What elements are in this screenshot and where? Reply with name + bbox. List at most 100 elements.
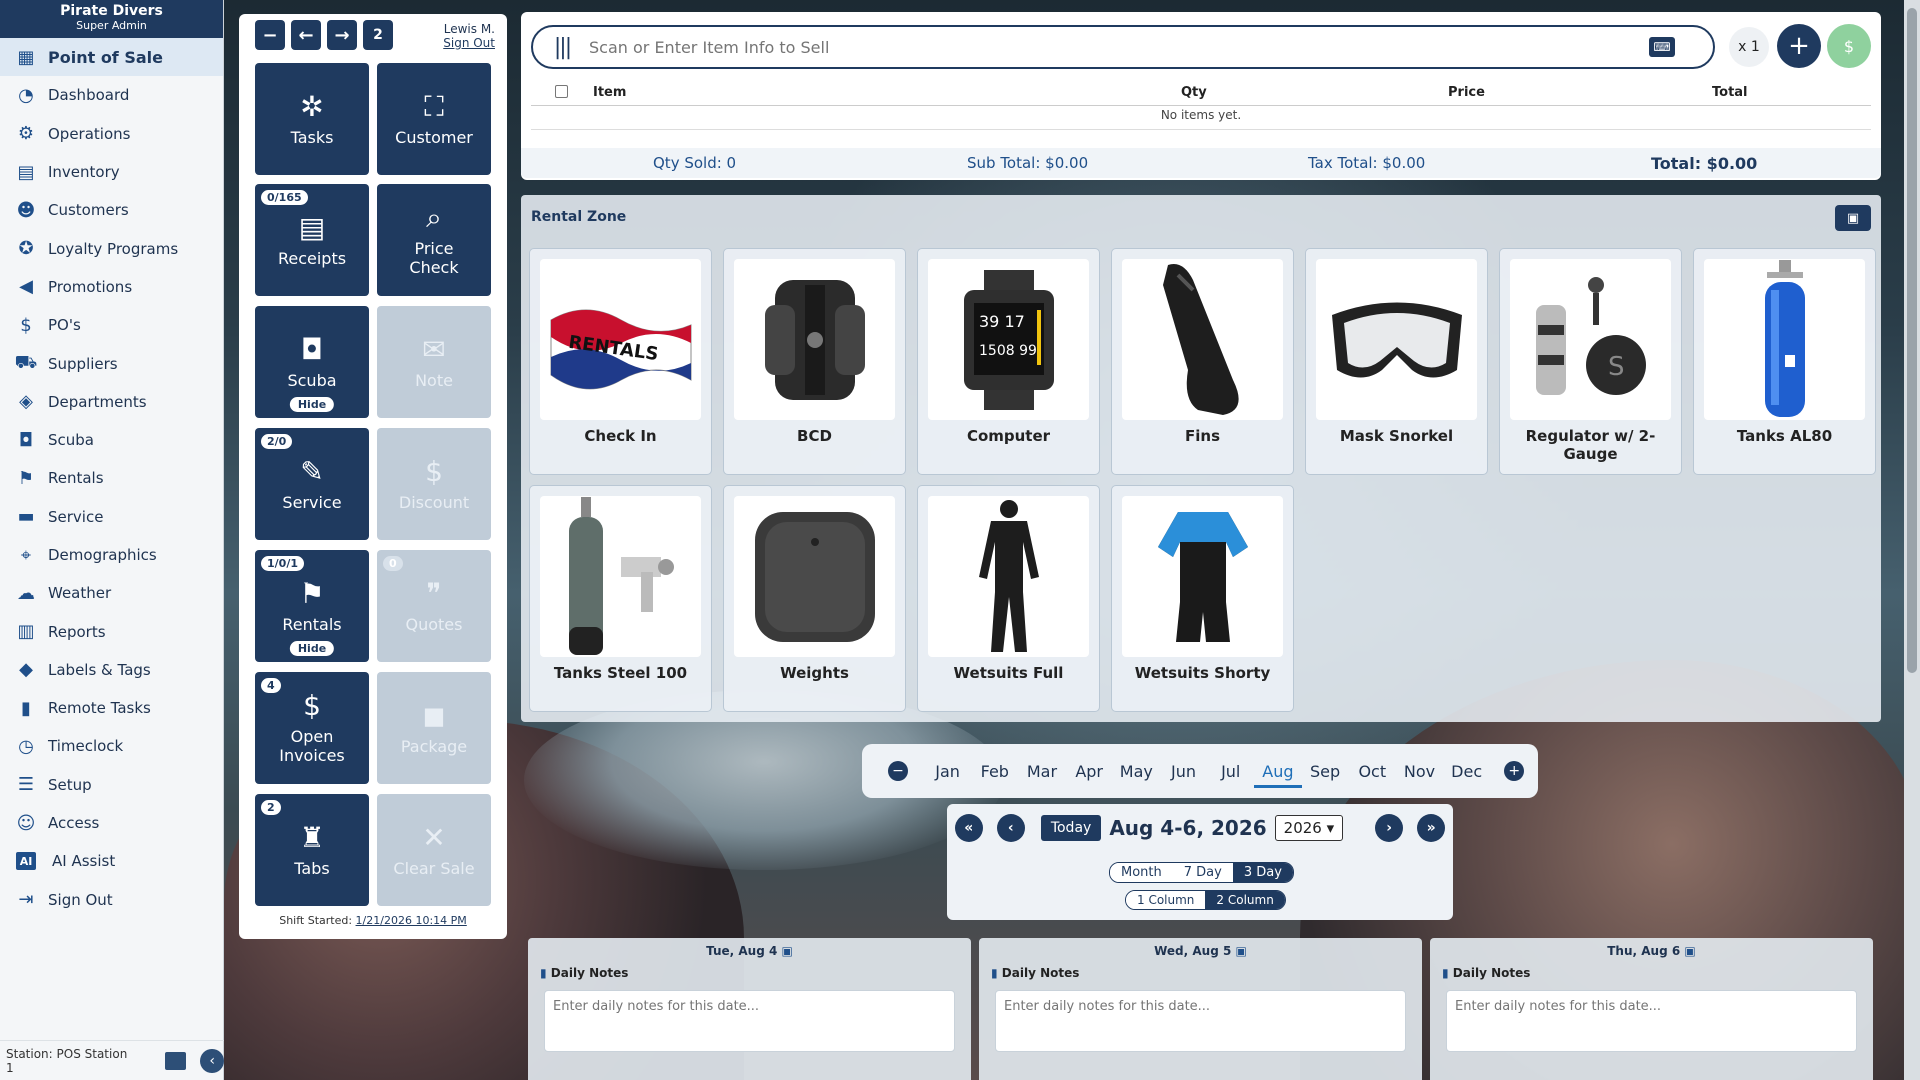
scuba-hide-button[interactable]: Hide <box>289 397 335 412</box>
sidebar-item-demographics[interactable]: ⌖ Demographics <box>0 536 223 574</box>
keyboard-icon[interactable]: ⌨ <box>1649 37 1675 57</box>
pay-button[interactable]: $ <box>1827 24 1871 68</box>
calendar-icon[interactable]: ▣ <box>1236 944 1247 958</box>
clear-sale-button[interactable]: ✕ Clear Sale <box>377 794 491 906</box>
sidebar-item-pos[interactable]: $ PO's <box>0 306 223 344</box>
sidebar-item-sign-out[interactable]: ⇥ Sign Out <box>0 881 223 919</box>
month-oct[interactable]: Oct <box>1349 762 1396 781</box>
columns-1[interactable]: 1 Column <box>1126 891 1206 909</box>
sidebar-item-labels-tags[interactable]: ◆ Labels & Tags <box>0 651 223 689</box>
select-all-checkbox[interactable] <box>555 85 568 98</box>
open-invoices-button[interactable]: 4 $ Open Invoices <box>255 672 369 784</box>
sidebar-item-remote-tasks[interactable]: ▮ Remote Tasks <box>0 689 223 727</box>
customer-button[interactable]: ⛶ Customer <box>377 63 491 175</box>
scrollbar-thumb[interactable] <box>1907 8 1917 673</box>
sidebar-item-reports[interactable]: ▥ Reports <box>0 612 223 650</box>
arrow-left-icon[interactable]: ← <box>291 20 321 50</box>
package-button[interactable]: ◼ Package <box>377 672 491 784</box>
month-sep[interactable]: Sep <box>1302 762 1349 781</box>
chevron-right-icon[interactable]: › <box>1375 814 1404 842</box>
background-image-icon[interactable] <box>164 1051 187 1070</box>
month-apr[interactable]: Apr <box>1066 762 1113 781</box>
month-jun[interactable]: Jun <box>1160 762 1207 781</box>
rental-item-tanks-al80[interactable]: Tanks AL80 <box>1693 248 1876 475</box>
month-nov[interactable]: Nov <box>1396 762 1443 781</box>
rental-item-bcd[interactable]: BCD <box>723 248 906 475</box>
rental-item-computer[interactable]: 39 17 1508 99 Computer <box>917 248 1100 475</box>
month-aug[interactable]: Aug <box>1254 762 1302 788</box>
rental-item-weights[interactable]: Weights <box>723 485 906 712</box>
view-3-day[interactable]: 3 Day <box>1232 863 1293 882</box>
sidebar-item-ai-assist[interactable]: AI AI Assist <box>0 842 223 880</box>
rental-item-check-in[interactable]: RENTALS Check In <box>529 248 712 475</box>
sidebar-item-setup[interactable]: ☰ Setup <box>0 766 223 804</box>
sidebar-item-promotions[interactable]: ◀ Promotions <box>0 268 223 306</box>
next-year-icon[interactable]: + <box>1504 761 1525 781</box>
tabs-button[interactable]: 2 ♜ Tabs <box>255 794 369 906</box>
month-may[interactable]: May <box>1113 762 1160 781</box>
page-scrollbar[interactable] <box>1904 0 1920 1080</box>
sidebar-item-timeclock[interactable]: ◷ Timeclock <box>0 727 223 765</box>
sidebar-item-inventory[interactable]: ▤ Inventory <box>0 153 223 191</box>
arrow-right-icon[interactable]: → <box>327 20 357 50</box>
sidebar-item-suppliers[interactable]: ⛟ Suppliers <box>0 344 223 382</box>
rentals-button[interactable]: 1/0/1 ⚑ Rentals Hide <box>255 550 369 662</box>
sidebar-item-service[interactable]: ▬ Service <box>0 498 223 536</box>
quantity-multiplier[interactable]: x 1 <box>1729 27 1769 67</box>
sidebar-item-loyalty-programs[interactable]: ✪ Loyalty Programs <box>0 229 223 267</box>
regulator-image: S <box>1510 259 1671 420</box>
scuba-button[interactable]: ◘ Scuba Hide <box>255 306 369 418</box>
receipts-button[interactable]: 0/165 ▤ Receipts <box>255 184 369 296</box>
note-button[interactable]: ✉ Note <box>377 306 491 418</box>
discount-button[interactable]: $ Discount <box>377 428 491 540</box>
rental-item-wetsuits-shorty[interactable]: Wetsuits Shorty <box>1111 485 1294 712</box>
sidebar-item-access[interactable]: ☺ Access <box>0 804 223 842</box>
double-chevron-right-icon[interactable]: » <box>1417 814 1446 842</box>
rental-item-fins[interactable]: Fins <box>1111 248 1294 475</box>
month-jan[interactable]: Jan <box>924 762 971 781</box>
rentals-hide-button[interactable]: Hide <box>289 641 335 656</box>
sidebar-item-weather[interactable]: ☁ Weather <box>0 574 223 612</box>
month-mar[interactable]: Mar <box>1018 762 1065 781</box>
sidebar-item-customers[interactable]: ☻ Customers <box>0 191 223 229</box>
month-jul[interactable]: Jul <box>1207 762 1254 781</box>
barcode-icon[interactable]: ||| <box>545 32 579 62</box>
scan-input[interactable] <box>589 37 1649 57</box>
rental-item-wetsuits-full[interactable]: Wetsuits Full <box>917 485 1100 712</box>
previous-year-icon[interactable]: − <box>888 761 908 781</box>
rental-item-mask-snorkel[interactable]: Mask Snorkel <box>1305 248 1488 475</box>
today-button[interactable]: Today <box>1040 815 1102 841</box>
minus-icon[interactable]: − <box>255 20 285 50</box>
daily-notes-input[interactable] <box>995 990 1406 1052</box>
sidebar-item-scuba[interactable]: ◘ Scuba <box>0 421 223 459</box>
sidebar-item-dashboard[interactable]: ◔ Dashboard <box>0 76 223 114</box>
service-button[interactable]: 2/0 ✎ Service <box>255 428 369 540</box>
shift-time-link[interactable]: 1/21/2026 10:14 PM <box>356 914 467 927</box>
daily-notes-input[interactable] <box>544 990 955 1052</box>
view-7-day[interactable]: 7 Day <box>1172 863 1233 882</box>
double-chevron-left-icon[interactable]: « <box>954 814 983 842</box>
quotes-button[interactable]: 0 ❞ Quotes <box>377 550 491 662</box>
month-feb[interactable]: Feb <box>971 762 1018 781</box>
rental-item-regulator[interactable]: S Regulator w/ 2-Gauge <box>1499 248 1682 475</box>
view-month[interactable]: Month <box>1110 863 1173 882</box>
rental-item-tanks-steel-100[interactable]: Tanks Steel 100 <box>529 485 712 712</box>
year-select[interactable]: 2026 ▾ <box>1274 815 1344 841</box>
chevron-left-icon[interactable]: ‹ <box>996 814 1025 842</box>
image-toggle-icon[interactable]: ▣ <box>1835 205 1871 231</box>
sign-out-link[interactable]: Sign Out <box>443 36 495 50</box>
sidebar-item-operations[interactable]: ⚙ Operations <box>0 115 223 153</box>
price-check-button[interactable]: ⌕ Price Check <box>377 184 491 296</box>
columns-2[interactable]: 2 Column <box>1205 891 1285 909</box>
count-badge[interactable]: 2 <box>363 20 393 50</box>
add-item-button[interactable]: + <box>1777 24 1821 68</box>
sidebar-item-rentals[interactable]: ⚑ Rentals <box>0 459 223 497</box>
sidebar-item-point-of-sale[interactable]: ▦ Point of Sale <box>0 38 223 77</box>
month-dec[interactable]: Dec <box>1443 762 1490 781</box>
calendar-icon[interactable]: ▣ <box>1684 944 1695 958</box>
daily-notes-input[interactable] <box>1446 990 1857 1052</box>
sidebar-item-departments[interactable]: ◈ Departments <box>0 383 223 421</box>
calendar-icon[interactable]: ▣ <box>782 944 793 958</box>
collapse-sidebar-icon[interactable]: ‹ <box>200 1048 224 1073</box>
tasks-button[interactable]: ✲ Tasks <box>255 63 369 175</box>
